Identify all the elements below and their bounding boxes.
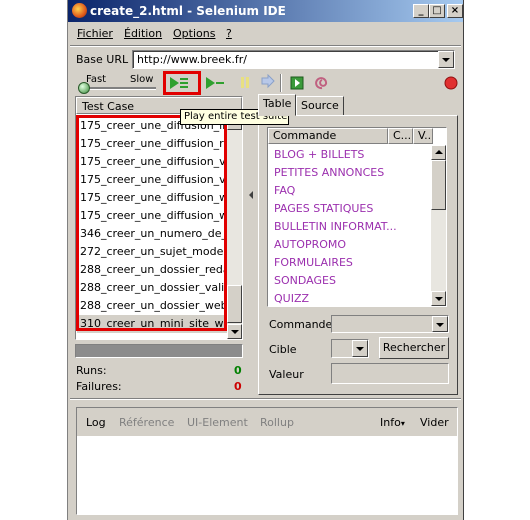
speed-fast-label: Fast [86, 74, 107, 85]
play-icon [206, 77, 215, 89]
failures-label: Failures: [76, 380, 122, 393]
speed-track[interactable] [80, 87, 156, 90]
scroll-thumb[interactable] [431, 160, 446, 210]
pause-button[interactable] [236, 74, 256, 92]
window-title: create_2.html - Selenium IDE [90, 4, 286, 18]
speed-slow-label: Slow [130, 74, 154, 85]
swirl-icon [315, 77, 328, 90]
scroll-up-button[interactable] [431, 145, 446, 160]
chevron-down-icon: ▾ [400, 419, 405, 428]
pane-separator [70, 398, 461, 400]
scroll-thumb[interactable] [227, 285, 242, 323]
play-current-test-button[interactable] [205, 74, 225, 92]
rollup-icon [290, 76, 304, 90]
speed-slider[interactable]: Fast Slow [78, 74, 158, 94]
scroll-down-button[interactable] [227, 324, 242, 339]
failures-count: 0 [234, 380, 242, 393]
minimize-button[interactable]: _ [413, 4, 429, 18]
menu-help[interactable]: ? [226, 27, 232, 40]
play-suite-highlight [163, 71, 201, 95]
menu-edition[interactable]: Édition [124, 27, 162, 40]
command-row[interactable]: SONDAGES [274, 272, 429, 290]
command-row[interactable]: BLOG + BILLETS [274, 146, 429, 164]
dash-icon [216, 82, 224, 84]
splitter-grip-icon [249, 191, 253, 199]
cible-label: Cible [269, 343, 297, 356]
step-button[interactable] [258, 73, 278, 92]
pause-icon [241, 77, 244, 88]
ui-element-button[interactable] [312, 74, 332, 92]
pane-splitter[interactable] [248, 96, 254, 396]
base-url-value: http://www.breek.fr/ [137, 53, 247, 66]
col-commande[interactable]: Commande [268, 128, 388, 144]
tab-source[interactable]: Source [296, 96, 344, 116]
command-row[interactable]: AUTOPROMO [274, 236, 429, 254]
title-bar[interactable]: create_2.html - Selenium IDE _ □ × [68, 0, 463, 22]
rollup-button[interactable] [288, 74, 308, 92]
command-row[interactable]: BULLETIN INFORMAT... [274, 218, 429, 236]
log-output [77, 436, 457, 514]
speed-knob[interactable] [78, 82, 90, 94]
base-url-dropdown-button[interactable] [438, 51, 454, 68]
base-url-label: Base URL [76, 53, 129, 66]
scroll-down-button[interactable] [431, 291, 446, 306]
test-case-scrollbar[interactable] [227, 115, 242, 339]
cible-select[interactable] [331, 339, 369, 358]
record-button[interactable] [442, 74, 462, 92]
progress-bar [75, 344, 243, 358]
runs-label: Runs: [76, 364, 107, 377]
command-row[interactable]: QUIZZ [274, 290, 429, 308]
close-button[interactable]: × [447, 4, 463, 18]
command-row[interactable]: PETITES ANNONCES [274, 164, 429, 182]
selenium-ide-window: create_2.html - Selenium IDE _ □ × Fichi… [67, 0, 464, 520]
command-row[interactable]: FORMULAIRES [274, 254, 429, 272]
runs-count: 0 [234, 364, 242, 377]
tab-reference[interactable]: Référence [119, 413, 174, 433]
menu-options[interactable]: Options [173, 27, 215, 40]
rechercher-button[interactable]: Rechercher [379, 337, 449, 359]
tab-rollup[interactable]: Rollup [260, 413, 294, 433]
valeur-label: Valeur [269, 368, 304, 381]
cible-dropdown-button[interactable] [352, 340, 368, 357]
toolbar-separator [280, 74, 282, 92]
command-scrollbar[interactable] [431, 145, 446, 306]
commande-label: Commande [269, 318, 333, 331]
command-row[interactable]: FAQ [274, 182, 429, 200]
maximize-button[interactable]: □ [429, 4, 445, 18]
menu-fichier[interactable]: Fichier [77, 27, 113, 40]
commande-dropdown-button[interactable] [432, 316, 448, 332]
vider-button[interactable]: Vider [420, 413, 449, 433]
step-icon [261, 73, 275, 89]
tab-log[interactable]: Log [86, 413, 106, 433]
command-row[interactable]: PAGES STATIQUES [274, 200, 429, 218]
col-valeur[interactable]: V... [413, 128, 433, 144]
firefox-icon [72, 3, 87, 18]
valeur-input[interactable] [331, 363, 449, 384]
info-menu[interactable]: Info▾ [380, 413, 405, 433]
commande-select[interactable] [331, 315, 449, 333]
menu-separator [70, 45, 461, 47]
record-icon [444, 76, 458, 90]
tab-table[interactable]: Table [258, 94, 297, 116]
test-case-highlight [76, 115, 227, 331]
tab-ui-element[interactable]: UI-Element [187, 413, 248, 433]
col-cible[interactable]: C... [388, 128, 413, 144]
command-table: Commande C... V... BLOG + BILLETS PETITE… [267, 127, 447, 307]
menu-bar: Fichier Édition Options ? [68, 24, 463, 44]
base-url-input[interactable]: http://www.breek.fr/ [132, 50, 455, 69]
